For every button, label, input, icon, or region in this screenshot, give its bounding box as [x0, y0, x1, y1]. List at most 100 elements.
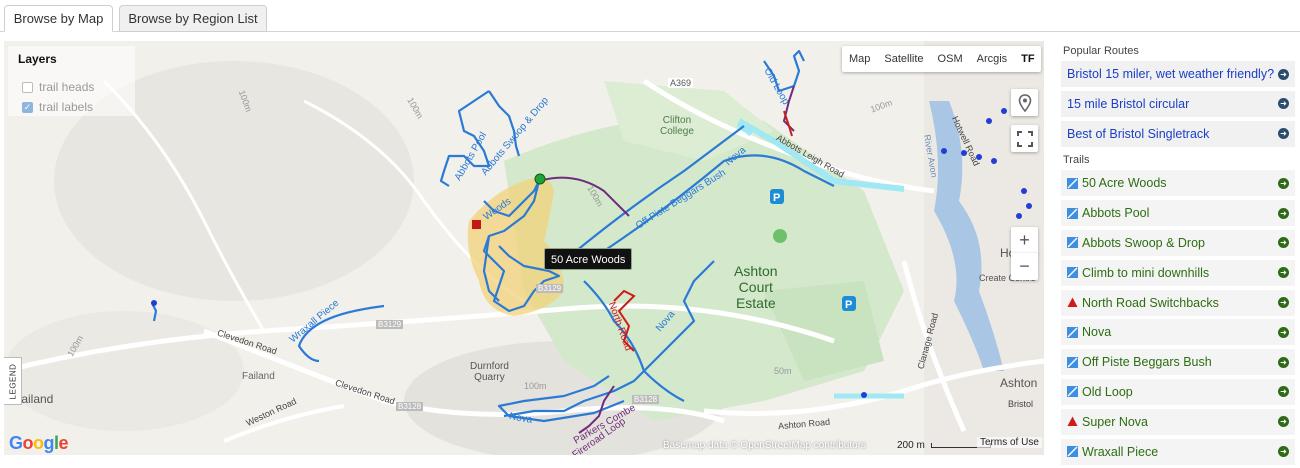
blue-trail-icon	[1067, 356, 1078, 368]
road-label-b3128-a: B3128	[396, 402, 424, 411]
map-type-tf[interactable]: TF	[1014, 46, 1041, 72]
trail-end-marker[interactable]	[472, 220, 481, 229]
trail-item[interactable]: Off Piste Beggars Bush ➜	[1061, 349, 1295, 376]
blue-trail-icon	[1067, 386, 1078, 398]
arrow-right-icon[interactable]: ➜	[1278, 446, 1289, 458]
place-label-clifton-college: Clifton College	[660, 115, 694, 137]
trail-link[interactable]: Nova	[1082, 325, 1278, 339]
map-type-map[interactable]: Map	[842, 46, 877, 72]
layer-trail-heads[interactable]: trail heads	[22, 80, 94, 94]
park-icon	[773, 229, 787, 243]
arrow-right-icon[interactable]: ➜	[1278, 207, 1289, 219]
road-label-b3128-b: B3128	[632, 395, 660, 404]
terrain-shade	[4, 311, 244, 431]
trail-item[interactable]: 50 Acre Woods ➜	[1061, 170, 1295, 197]
trail-link[interactable]: Wraxall Piece	[1082, 445, 1278, 459]
location-pin-icon	[1018, 93, 1031, 112]
trail-link[interactable]: Climb to mini downhills	[1082, 266, 1278, 280]
route-item[interactable]: Bristol 15 miler, wet weather friendly? …	[1061, 61, 1295, 87]
trails-heading: Trails	[1063, 154, 1090, 167]
legend-button[interactable]: LEGEND	[4, 357, 22, 405]
trail-item[interactable]: Old Loop ➜	[1061, 378, 1295, 405]
route-link[interactable]: Bristol 15 miler, wet weather friendly?	[1067, 67, 1278, 81]
road-label-a369: A369	[668, 78, 694, 88]
tab-browse-by-region-list[interactable]: Browse by Region List	[119, 5, 267, 32]
red-triangle-icon	[1067, 297, 1078, 308]
arrow-right-icon[interactable]: ➜	[1278, 267, 1289, 279]
trail-item[interactable]: Climb to mini downhills ➜	[1061, 259, 1295, 286]
layers-panel: Layers trail heads ✓ trail labels	[8, 46, 135, 116]
arrow-right-icon[interactable]: ➜	[1278, 177, 1289, 189]
contour-label: 50m	[774, 366, 792, 376]
route-item[interactable]: Best of Bristol Singletrack ➜	[1061, 120, 1295, 147]
trail-link[interactable]: Abbots Swoop & Drop	[1082, 236, 1278, 250]
trail-item[interactable]: North Road Switchbacks ➜	[1061, 289, 1295, 316]
tab-bar: Browse by Map Browse by Region List	[0, 0, 1300, 32]
trail-start-marker[interactable]	[534, 173, 546, 185]
fullscreen-button[interactable]	[1011, 125, 1038, 152]
place-label-ashton-court: Ashton Court Estate	[734, 263, 778, 311]
map[interactable]: P P A369 Clifton College Ashton Court Es…	[4, 41, 1044, 455]
blue-trail-icon	[1067, 267, 1078, 279]
trail-item[interactable]: Abbots Swoop & Drop ➜	[1061, 229, 1295, 256]
arrow-right-icon[interactable]: ➜	[1278, 128, 1289, 140]
zoom-out-button[interactable]: −	[1011, 253, 1038, 280]
arrow-right-icon[interactable]: ➜	[1278, 416, 1289, 428]
sidebar: Popular Routes Bristol 15 miler, wet wea…	[1061, 41, 1295, 468]
arrow-right-icon[interactable]: ➜	[1278, 326, 1289, 338]
minus-icon: −	[1019, 256, 1030, 276]
route-item[interactable]: 15 mile Bristol circular ➜	[1061, 90, 1295, 117]
trail-link[interactable]: Old Loop	[1082, 385, 1278, 399]
arrow-right-icon[interactable]: ➜	[1278, 237, 1289, 249]
route-link[interactable]: Best of Bristol Singletrack	[1067, 127, 1278, 141]
tab-browse-by-map[interactable]: Browse by Map	[4, 5, 113, 32]
map-type-satellite[interactable]: Satellite	[877, 46, 930, 72]
trail-item[interactable]: Nova ➜	[1061, 319, 1295, 346]
svg-text:P: P	[773, 192, 780, 204]
checkbox-trail-heads[interactable]	[22, 81, 33, 93]
blue-trail-icon	[1067, 326, 1078, 338]
terms-of-use-link[interactable]: Terms of Use	[977, 437, 1042, 448]
svg-text:P: P	[845, 299, 852, 311]
trail-link[interactable]: 50 Acre Woods	[1082, 176, 1278, 190]
blue-trail-icon	[1067, 177, 1078, 189]
place-label-ashton: Ashton	[1000, 376, 1038, 390]
road-label-b3129-a: B3129	[536, 284, 564, 293]
popular-routes-heading: Popular Routes	[1063, 45, 1139, 57]
trail-item[interactable]: Abbots Pool ➜	[1061, 200, 1295, 227]
map-attribution: Basemap data © OpenStreetMap contributor…	[663, 440, 867, 451]
trail-link[interactable]: Abbots Pool	[1082, 206, 1278, 220]
arrow-right-icon[interactable]: ➜	[1278, 297, 1289, 309]
arrow-right-icon[interactable]: ➜	[1278, 68, 1289, 80]
layer-trail-heads-label: trail heads	[39, 80, 95, 94]
contour-label: 100m	[524, 381, 547, 391]
road-label-b3129-b: B3129	[376, 320, 404, 329]
legend-label: LEGEND	[8, 363, 17, 399]
checkbox-trail-labels[interactable]: ✓	[22, 101, 33, 113]
blue-trail-icon	[1067, 237, 1078, 249]
trail-item[interactable]: Super Nova ➜	[1061, 408, 1295, 435]
fullscreen-icon	[1016, 130, 1033, 147]
trail-link[interactable]: North Road Switchbacks	[1082, 296, 1278, 310]
place-label-durnford: Durnford Quarry	[470, 361, 509, 383]
trail-link[interactable]: Super Nova	[1082, 415, 1278, 429]
trail-link[interactable]: Off Piste Beggars Bush	[1082, 355, 1278, 369]
trail-list: 50 Acre Woods ➜ Abbots Pool ➜ Abbots Swoop &…	[1061, 170, 1295, 465]
google-logo[interactable]: Google	[9, 433, 69, 454]
route-link[interactable]: 15 mile Bristol circular	[1067, 97, 1278, 111]
trail-tooltip: 50 Acre Woods	[544, 248, 633, 270]
trail-item[interactable]: Wraxall Piece ➜	[1061, 438, 1295, 465]
arrow-right-icon[interactable]: ➜	[1278, 98, 1289, 110]
location-pin-button[interactable]	[1011, 89, 1038, 116]
place-label-bristol: Bristol	[1008, 399, 1034, 409]
arrow-right-icon[interactable]: ➜	[1278, 386, 1289, 398]
trail-wraxall-piece[interactable]	[297, 304, 385, 363]
zoom-in-button[interactable]: +	[1011, 227, 1038, 254]
plus-icon: +	[1019, 230, 1030, 250]
map-type-osm[interactable]: OSM	[931, 46, 970, 72]
map-type-arcgis[interactable]: Arcgis	[970, 46, 1015, 72]
map-type-control: Map Satellite OSM Arcgis TF	[842, 46, 1041, 72]
red-triangle-icon	[1067, 416, 1078, 427]
arrow-right-icon[interactable]: ➜	[1278, 356, 1289, 368]
layer-trail-labels[interactable]: ✓ trail labels	[22, 100, 93, 114]
